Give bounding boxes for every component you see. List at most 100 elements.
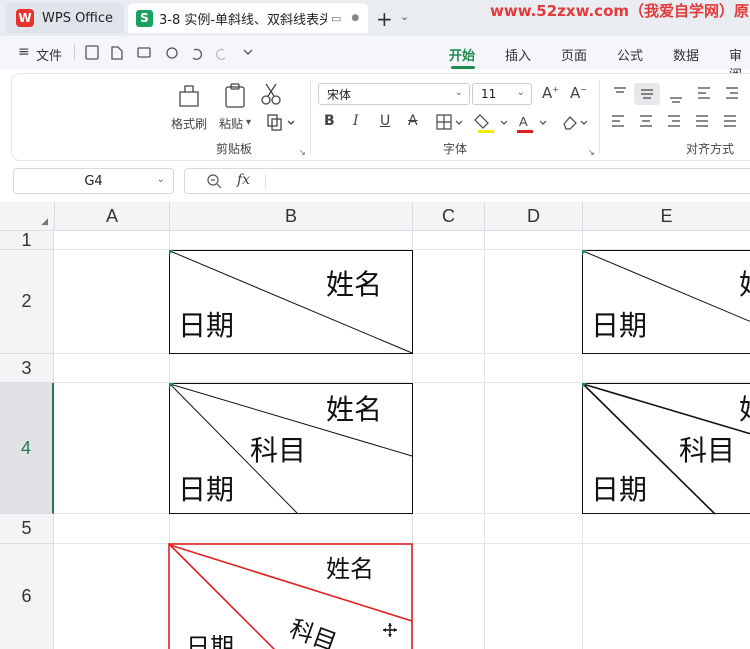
font-group-label: 字体 xyxy=(443,142,468,156)
font-color-icon: A xyxy=(519,114,528,129)
chevron-down-icon: ⌄ xyxy=(454,87,463,98)
font-style-icons: A xyxy=(436,114,588,133)
font-name-select[interactable]: 宋体 ⌄ xyxy=(318,83,470,105)
chevron-down-icon[interactable]: ▾ xyxy=(246,117,251,128)
chevron-down-icon xyxy=(243,49,253,55)
strikethrough-button[interactable]: A xyxy=(408,113,418,129)
header-name-text: 姓名 xyxy=(326,393,382,426)
cell-e4-double-diagonal-header[interactable]: 姓名 科目 日期 xyxy=(581,382,750,516)
name-box[interactable]: G4 ⌄ xyxy=(13,168,174,194)
name-box-value: G4 xyxy=(84,173,103,189)
watermark-text: www.52zxw.com（我爱自学网）原 xyxy=(490,2,750,20)
formula-bar[interactable] xyxy=(184,168,750,194)
chevron-down-icon: ⌄ xyxy=(516,87,525,98)
print-preview-icon xyxy=(166,47,178,59)
spreadsheet-logo-icon: S xyxy=(136,9,153,27)
format-painter-icon xyxy=(179,85,199,107)
increase-indent-icon xyxy=(726,87,738,99)
redo-icon xyxy=(215,48,226,61)
move-cursor-icon xyxy=(383,623,397,637)
tab-wps-home[interactable]: W WPS Office xyxy=(6,3,124,33)
distribute-icon xyxy=(724,115,736,127)
header-name-text: 姓名 xyxy=(739,393,750,426)
align-top-icon xyxy=(614,87,626,93)
alignment-icons xyxy=(612,83,738,127)
zoom-icon[interactable] xyxy=(206,173,222,189)
divider xyxy=(74,44,75,60)
fill-color-icon xyxy=(474,114,489,129)
save-icon xyxy=(85,45,99,60)
header-date-text: 日期 xyxy=(186,633,234,649)
cell-b2-single-diagonal-header[interactable]: 姓名 日期 xyxy=(168,249,414,355)
row-header-6[interactable]: 6 xyxy=(0,544,54,649)
column-header-a[interactable]: A xyxy=(55,202,170,231)
dialog-launcher-icon[interactable]: ↘ xyxy=(299,148,306,157)
wps-logo-icon: W xyxy=(16,9,34,27)
tab-start[interactable]: 开始 xyxy=(449,45,475,64)
cell-e2-single-diagonal-header[interactable]: 姓名 日期 xyxy=(581,249,750,355)
underline-button[interactable]: U xyxy=(380,113,390,129)
dialog-launcher-icon[interactable]: ↘ xyxy=(588,148,595,157)
justify-icon xyxy=(696,115,708,127)
quick-access-toolbar xyxy=(85,45,253,61)
row-header-4[interactable]: 4 xyxy=(0,383,54,514)
italic-button[interactable]: I xyxy=(353,113,359,129)
row-header-1[interactable]: 1 xyxy=(0,230,54,250)
cell-b6-selected-double-diagonal-shape[interactable]: 姓名 科目 日期 xyxy=(168,543,414,649)
new-tab-button[interactable]: + xyxy=(376,7,393,31)
undo-icon xyxy=(192,48,203,61)
align-center-icon xyxy=(640,115,652,127)
row-header-2[interactable]: 2 xyxy=(0,250,54,354)
header-name-text: 姓名 xyxy=(739,268,750,301)
monitor-icon: ▭ xyxy=(331,11,342,25)
cell-b4-double-diagonal-header[interactable]: 姓名 科目 日期 xyxy=(168,382,414,516)
tab-data[interactable]: 数据 xyxy=(673,45,699,64)
print-icon xyxy=(137,47,151,58)
bold-button[interactable]: B xyxy=(324,113,335,129)
copy-icon[interactable] xyxy=(266,113,296,131)
header-date-text: 日期 xyxy=(591,473,647,506)
decrease-font-icon[interactable]: A− xyxy=(570,84,587,102)
gridline xyxy=(484,231,485,649)
format-painter-button[interactable]: 格式刷 xyxy=(171,115,207,132)
increase-font-icon[interactable]: A+ xyxy=(542,84,559,102)
group-divider xyxy=(310,80,311,154)
alignment-group-label: 对齐方式 xyxy=(686,142,735,156)
header-date-text: 日期 xyxy=(178,309,234,342)
decrease-indent-icon xyxy=(698,87,710,99)
align-bottom-icon xyxy=(670,97,682,103)
row-header-5[interactable]: 5 xyxy=(0,514,54,544)
tab-formula[interactable]: 公式 xyxy=(617,45,643,64)
header-name-text: 姓名 xyxy=(326,268,382,301)
column-header-c[interactable]: C xyxy=(413,202,485,231)
tab-page[interactable]: 页面 xyxy=(561,45,587,64)
header-name-text: 姓名 xyxy=(326,555,374,583)
column-header-d[interactable]: D xyxy=(485,202,583,231)
header-subject-text: 科目 xyxy=(679,434,735,467)
header-subject-text: 科目 xyxy=(250,434,306,467)
hamburger-icon[interactable]: ≡ xyxy=(18,44,30,60)
row-header-3[interactable]: 3 xyxy=(0,354,54,383)
tab-document-label: 3-8 实例-单斜线、双斜线表头 xyxy=(159,12,327,28)
unsaved-dot-icon[interactable]: ● xyxy=(351,13,359,23)
select-all-corner[interactable]: ◢ xyxy=(0,202,55,231)
column-header-e[interactable]: E xyxy=(583,202,750,231)
fx-icon[interactable]: fx xyxy=(237,172,250,188)
chevron-down-icon: ⌄ xyxy=(156,174,165,185)
clipboard-group-label: 剪贴板 xyxy=(216,142,253,156)
cut-icon xyxy=(261,95,271,105)
align-left-icon xyxy=(612,115,624,127)
corner-triangle-icon: ◢ xyxy=(41,216,48,226)
tab-home-label: WPS Office xyxy=(42,10,114,26)
font-name-value: 宋体 xyxy=(327,87,352,102)
font-size-select[interactable]: 11 ⌄ xyxy=(472,83,532,105)
tab-document[interactable]: S 3-8 实例-单斜线、双斜线表头 ▭ ● xyxy=(128,3,368,33)
paste-button[interactable]: 粘贴 xyxy=(219,115,243,132)
column-header-b[interactable]: B xyxy=(170,202,413,231)
tab-insert[interactable]: 插入 xyxy=(505,45,531,64)
group-divider xyxy=(599,80,600,154)
file-menu[interactable]: 文件 xyxy=(36,45,62,64)
eraser-icon xyxy=(563,116,577,130)
chevron-down-icon[interactable]: ⌄ xyxy=(400,10,409,23)
clipboard-icons xyxy=(179,83,281,108)
